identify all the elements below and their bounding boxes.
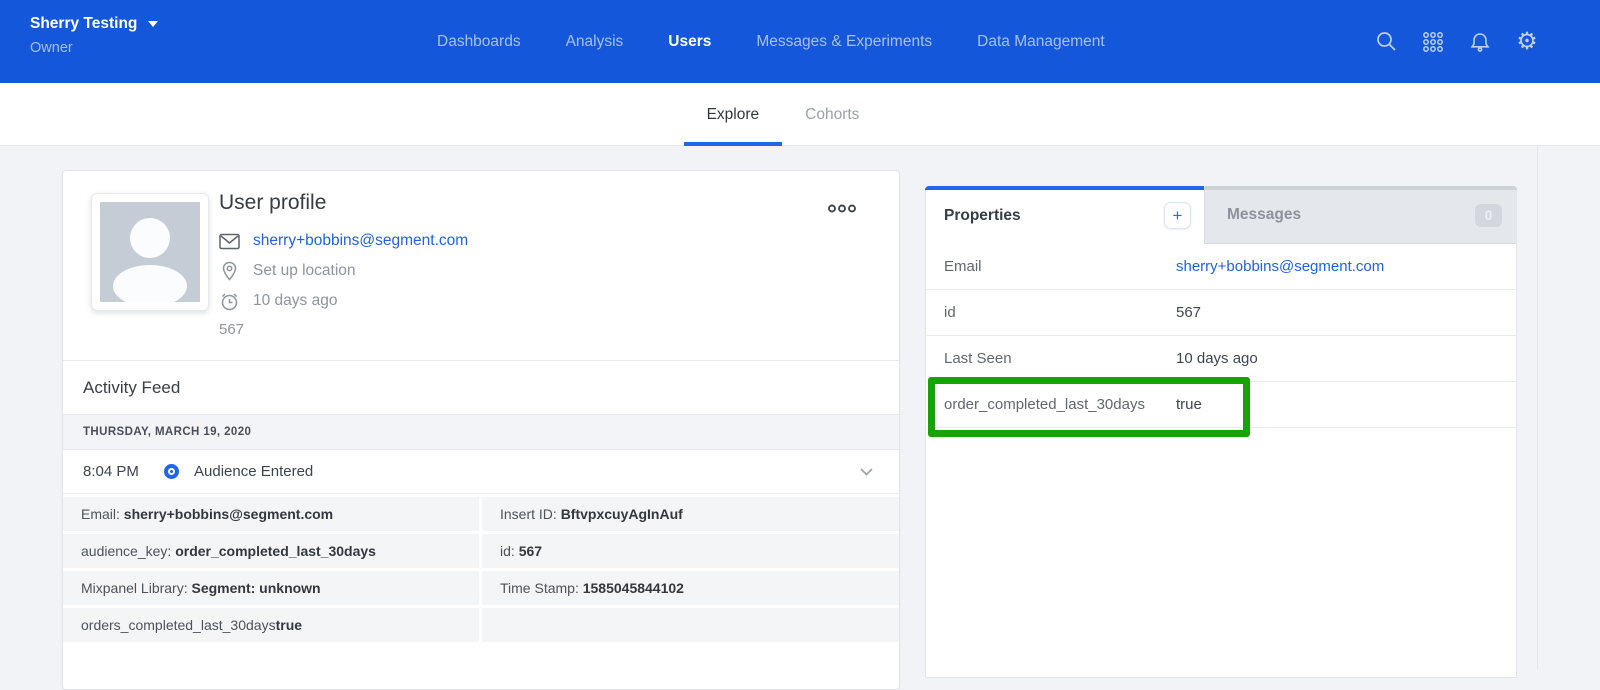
properties-panel: Properties + Messages 0 Email sherry+bob…: [925, 186, 1517, 678]
apps-grid-icon[interactable]: [1420, 29, 1446, 55]
property-value: 10 days ago: [1176, 350, 1258, 367]
tab-properties-label: Properties: [944, 207, 1021, 225]
profile-last-seen: 10 days ago: [253, 292, 337, 310]
tab-messages-label: Messages: [1227, 206, 1301, 224]
page-title: User profile: [219, 191, 468, 215]
top-nav-bar: Sherry Testing Owner Dashboards Analysis…: [0, 0, 1600, 83]
detail-cell-id: id: 567: [482, 534, 899, 568]
property-value: true: [1176, 396, 1202, 413]
property-row-last-seen: Last Seen 10 days ago: [926, 336, 1516, 382]
table-row: Mixpanel Library: Segment: unknown Time …: [63, 571, 899, 605]
detail-cell-email: Email: sherry+bobbins@segment.com: [63, 497, 479, 531]
property-label: order_completed_last_30days: [926, 396, 1176, 413]
settings-gear-icon[interactable]: ⚙: [1514, 29, 1540, 55]
tab-explore[interactable]: Explore: [684, 83, 783, 146]
audience-entered-icon: [164, 464, 179, 479]
detail-cell-time-stamp: Time Stamp: 1585045844102: [482, 571, 899, 605]
avatar-body-shape: [113, 265, 187, 302]
property-label: Email: [926, 258, 1176, 275]
nav-item-data-management[interactable]: Data Management: [977, 33, 1105, 51]
header-icons: ⚙: [1373, 0, 1540, 83]
profile-section: User profile sherry+bobbins@segment.com …: [63, 171, 899, 360]
event-details-table: Email: sherry+bobbins@segment.com Insert…: [63, 494, 899, 642]
detail-cell-mixpanel-library: Mixpanel Library: Segment: unknown: [63, 571, 479, 605]
tab-cohorts[interactable]: Cohorts: [782, 83, 882, 146]
property-row-order-completed: order_completed_last_30days true: [926, 382, 1516, 428]
property-value-email-link[interactable]: sherry+bobbins@segment.com: [1176, 258, 1384, 275]
table-row: audience_key: order_completed_last_30day…: [63, 534, 899, 568]
main-nav: Dashboards Analysis Users Messages & Exp…: [437, 0, 1105, 83]
content-right-divider: [1537, 146, 1538, 670]
tab-messages[interactable]: Messages 0: [1204, 187, 1516, 244]
notifications-bell-icon[interactable]: [1467, 29, 1493, 55]
messages-count-badge: 0: [1475, 204, 1502, 227]
properties-tabs: Properties + Messages 0: [926, 187, 1516, 244]
org-role: Owner: [30, 40, 158, 56]
nav-item-messages-experiments[interactable]: Messages & Experiments: [756, 33, 932, 51]
location-pin-icon: [219, 261, 240, 282]
table-row: Email: sherry+bobbins@segment.com Insert…: [63, 497, 899, 531]
detail-cell-insert-id: Insert ID: BftvpxcuyAgInAuf: [482, 497, 899, 531]
avatar-head-shape: [130, 218, 170, 258]
add-property-button[interactable]: +: [1164, 202, 1191, 229]
org-dropdown-caret-icon: [148, 21, 158, 27]
profile-email-link[interactable]: sherry+bobbins@segment.com: [253, 232, 468, 250]
set-up-location-link[interactable]: Set up location: [253, 262, 356, 280]
property-label: id: [926, 304, 1176, 321]
chevron-down-icon[interactable]: [860, 468, 873, 476]
activity-feed-title: Activity Feed: [63, 360, 899, 414]
activity-date-header: THURSDAY, MARCH 19, 2020: [63, 414, 899, 450]
property-row-email: Email sherry+bobbins@segment.com: [926, 244, 1516, 290]
avatar: [91, 193, 209, 311]
nav-item-analysis[interactable]: Analysis: [566, 33, 624, 51]
org-name: Sherry Testing: [30, 15, 137, 33]
more-options-button[interactable]: [827, 203, 857, 214]
activity-event-row[interactable]: 8:04 PM Audience Entered: [63, 450, 899, 494]
nav-item-dashboards[interactable]: Dashboards: [437, 33, 521, 51]
sub-tab-bar: Explore Cohorts: [0, 83, 1600, 146]
profile-user-id: 567: [219, 321, 468, 338]
table-row: orders_completed_last_30daystrue: [63, 608, 899, 642]
org-switcher[interactable]: Sherry Testing Owner: [30, 15, 158, 56]
event-time: 8:04 PM: [83, 463, 149, 480]
detail-cell-empty: [482, 608, 899, 642]
property-value: 567: [1176, 304, 1201, 321]
search-icon[interactable]: [1373, 29, 1399, 55]
nav-item-users[interactable]: Users: [668, 33, 711, 51]
last-seen-clock-icon: [219, 291, 240, 312]
property-label: Last Seen: [926, 350, 1176, 367]
detail-cell-orders-completed: orders_completed_last_30daystrue: [63, 608, 479, 642]
detail-cell-audience-key: audience_key: order_completed_last_30day…: [63, 534, 479, 568]
envelope-icon: [219, 233, 240, 250]
user-profile-card: User profile sherry+bobbins@segment.com …: [62, 170, 900, 690]
event-name: Audience Entered: [194, 463, 313, 480]
property-row-id: id 567: [926, 290, 1516, 336]
tab-properties[interactable]: Properties +: [926, 187, 1204, 244]
